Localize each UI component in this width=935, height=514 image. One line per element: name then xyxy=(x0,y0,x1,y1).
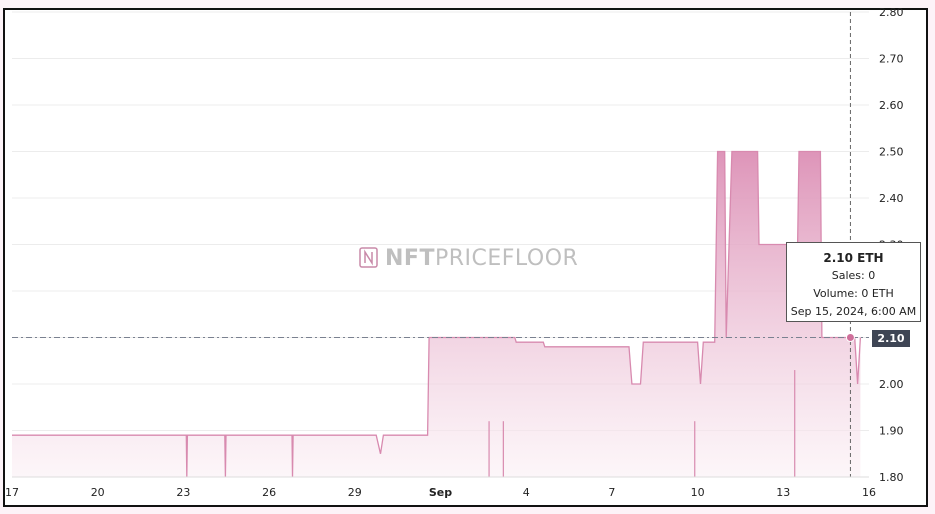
x-axis: 17 20 23 26 29 Sep 4 7 10 13 16 xyxy=(5,476,876,499)
x-tick-label: 10 xyxy=(691,486,705,499)
y-tick-label: 2.40 xyxy=(879,192,904,205)
y-tick-label: 2.60 xyxy=(879,99,904,112)
y-tick-label: 1.80 xyxy=(879,471,904,484)
y-tick-label: 2.50 xyxy=(879,146,904,159)
hover-point[interactable] xyxy=(845,333,855,342)
chart-tooltip: 2.10 ETH Sales: 0 Volume: 0 ETH Sep 15, … xyxy=(786,242,921,322)
y-tick-label: 2.00 xyxy=(879,378,904,391)
tooltip-price: 2.10 ETH xyxy=(823,251,884,265)
area-layer xyxy=(12,150,862,478)
tooltip-sales: Sales: 0 xyxy=(831,269,876,282)
x-tick-label: 29 xyxy=(348,486,362,499)
x-tick-label: 23 xyxy=(176,486,190,499)
x-tick-label: 7 xyxy=(608,486,615,499)
y-tick-label: 1.90 xyxy=(879,425,904,438)
watermark-nft: NFT xyxy=(385,246,435,271)
tooltip-date: Sep 15, 2024, 6:00 AM xyxy=(790,305,917,318)
x-tick-label: 26 xyxy=(262,486,276,499)
y-tick-label: 2.70 xyxy=(879,53,904,66)
watermark-pricefloor: PRICEFLOOR xyxy=(435,246,578,271)
x-tick-label: 13 xyxy=(776,486,790,499)
x-tick-label: Sep xyxy=(429,486,452,499)
svg-text:NFTPRICEFLOOR: NFTPRICEFLOOR xyxy=(385,246,578,271)
logo-n-icon xyxy=(364,249,373,266)
tooltip-volume: Volume: 0 ETH xyxy=(813,287,894,300)
y-tick-label: 2.80 xyxy=(879,6,904,19)
x-tick-label: 17 xyxy=(5,486,19,499)
watermark-logo: NFTPRICEFLOOR xyxy=(359,246,578,271)
x-tick-label: 16 xyxy=(862,486,876,499)
x-tick-label: 4 xyxy=(523,486,530,499)
x-tick-label: 20 xyxy=(91,486,105,499)
current-price-badge: 2.10 xyxy=(872,330,910,347)
price-area xyxy=(12,151,861,477)
